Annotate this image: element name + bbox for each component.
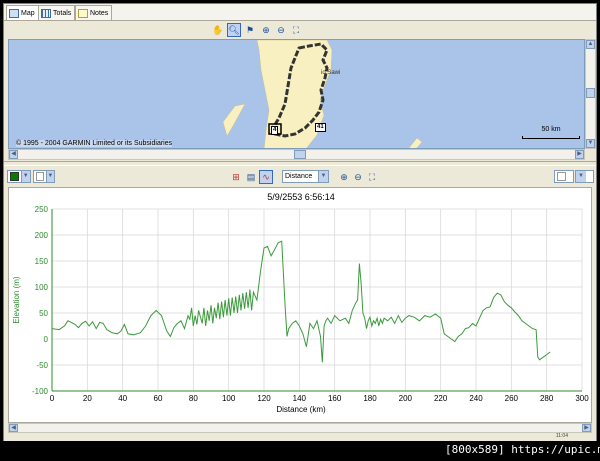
pane-splitter[interactable] <box>4 161 596 166</box>
y-tick-label: 150 <box>35 257 49 266</box>
grid-toggle-icon[interactable]: ⊞ <box>229 170 243 184</box>
tab-totals[interactable]: Totals <box>38 5 76 20</box>
scale-label: 50 km <box>541 126 561 133</box>
tab-label: Notes <box>90 9 109 17</box>
status-bar: 11:04 <box>4 433 596 441</box>
map-toolbar: ✋ 🔍︎ ⚑ ⊕ ⊖ ⛶ <box>4 21 596 39</box>
tab-label: Totals <box>53 9 72 17</box>
y-tick-label: 200 <box>35 231 49 240</box>
y-tick-label: -50 <box>36 361 48 370</box>
screenshot-frame: Map Totals Notes ✋ 🔍︎ ⚑ ⊕ ⊖ ⛶ io Sawi 41… <box>0 0 600 461</box>
zoom-fit-icon[interactable]: ⛶ <box>365 170 379 184</box>
x-tick-label: 180 <box>363 394 377 403</box>
x-tick-label: 280 <box>540 394 554 403</box>
y-tick-label: 50 <box>39 309 48 318</box>
color-swatch <box>557 172 566 181</box>
y-tick-label: 0 <box>44 335 49 344</box>
x-tick-label: 260 <box>505 394 519 403</box>
map-view[interactable]: io Sawi 41 4 © 1995 - 2004 GARMIN Limite… <box>8 39 585 149</box>
land-small-island <box>408 137 423 148</box>
y-tick-label: -100 <box>32 387 49 396</box>
scale-line <box>522 136 580 139</box>
profile-horizontal-scrollbar[interactable]: ◀ ▶ <box>8 423 592 433</box>
elevation-chart: 0 20 40 60 80 100 120 140 160 180 200 220 240 260 280 3… <box>12 192 589 414</box>
x-axis-value: Distance <box>285 173 313 180</box>
route-shield: 41 <box>315 123 326 132</box>
right-color-dropdown-1[interactable] <box>554 170 574 183</box>
x-tick-label: 20 <box>83 394 92 403</box>
fill-color-dropdown[interactable]: ▼ <box>33 170 55 183</box>
grid-icon <box>41 8 51 18</box>
scroll-thumb[interactable] <box>294 150 306 159</box>
tab-bar: Map Totals Notes <box>4 4 596 21</box>
zoom-in-icon[interactable]: ⊕ <box>259 23 273 37</box>
x-tick-label: 200 <box>399 394 413 403</box>
chevron-down-icon: ▼ <box>20 171 30 182</box>
x-tick-label: 140 <box>293 394 307 403</box>
fill-toggle-icon[interactable]: ▤ <box>244 170 258 184</box>
tab-map[interactable]: Map <box>6 5 39 20</box>
tab-notes[interactable]: Notes <box>75 5 113 20</box>
map-icon <box>9 8 19 18</box>
y-axis-label: Elevation (m) <box>12 276 21 323</box>
map-vertical-scrollbar[interactable]: ▲ ▼ <box>585 39 596 149</box>
x-tick-label: 120 <box>257 394 271 403</box>
x-tick-label: 240 <box>469 394 483 403</box>
profile-toolbar: ▼ ▼ ⊞ ▤ ∿ Distance ▼ ⊕ ⊖ ⛶ ▼ <box>4 167 596 187</box>
right-color-dropdown-2[interactable]: ▼ <box>575 170 594 183</box>
x-tick-label: 220 <box>434 394 448 403</box>
chevron-down-icon: ▼ <box>576 171 586 182</box>
zoom-out-icon[interactable]: ⊖ <box>351 170 365 184</box>
x-tick-label: 0 <box>50 394 55 403</box>
magnify-icon[interactable]: 🔍︎ <box>227 23 241 37</box>
y-tick-label: 100 <box>35 283 49 292</box>
scroll-left-icon[interactable]: ◀ <box>9 150 18 159</box>
x-axis-label: Distance (km) <box>276 405 326 414</box>
x-tick-label: 100 <box>222 394 236 403</box>
scroll-left-icon[interactable]: ◀ <box>9 424 18 432</box>
scroll-up-icon[interactable]: ▲ <box>586 40 595 49</box>
tab-label: Map <box>21 9 35 17</box>
x-tick-label: 80 <box>189 394 198 403</box>
app-window: Map Totals Notes ✋ 🔍︎ ⚑ ⊕ ⊖ ⛶ io Sawi 41… <box>3 3 597 441</box>
zoom-out-icon[interactable]: ⊖ <box>274 23 288 37</box>
scroll-right-icon[interactable]: ▶ <box>575 150 584 159</box>
elevation-series-line <box>51 240 551 363</box>
watermark-text: [800x589] https://upic.me/ <box>445 443 600 456</box>
scroll-thumb[interactable] <box>586 88 595 98</box>
map-copyright: © 1995 - 2004 GARMIN Limited or its Subs… <box>16 140 173 147</box>
status-text: 11:04 <box>555 433 568 439</box>
town-label: io Sawi <box>321 70 341 76</box>
curve-toggle-icon[interactable]: ∿ <box>259 170 273 184</box>
chart-title: 5/9/2553 6:56:14 <box>267 192 335 202</box>
x-tick-label: 160 <box>328 394 342 403</box>
map-canvas <box>222 40 423 148</box>
scale-bar: 50 km <box>522 126 580 139</box>
land-island <box>222 103 246 137</box>
scroll-down-icon[interactable]: ▼ <box>586 139 595 148</box>
chevron-down-icon: ▼ <box>318 171 328 182</box>
pan-hand-icon[interactable]: ✋ <box>211 23 225 37</box>
notes-icon <box>78 8 88 18</box>
flag-icon[interactable]: ⚑ <box>243 23 257 37</box>
y-tick-label: 250 <box>35 205 49 214</box>
scroll-right-icon[interactable]: ▶ <box>582 424 591 432</box>
map-horizontal-scrollbar[interactable]: ◀ ▶ <box>8 149 585 160</box>
x-tick-label: 60 <box>154 394 163 403</box>
color-swatch <box>10 172 19 181</box>
x-tick-label: 40 <box>118 394 127 403</box>
chevron-down-icon: ▼ <box>45 171 54 182</box>
elevation-profile[interactable]: 0 20 40 60 80 100 120 140 160 180 200 220 240 260 280 3… <box>8 187 592 423</box>
x-axis-select[interactable]: Distance ▼ <box>282 170 329 183</box>
line-color-dropdown[interactable]: ▼ <box>7 170 31 183</box>
zoom-fit-icon[interactable]: ⛶ <box>289 23 303 37</box>
zoom-in-icon[interactable]: ⊕ <box>337 170 351 184</box>
route-shield: 4 <box>271 126 279 135</box>
color-swatch <box>36 172 44 181</box>
x-tick-label: 300 <box>575 394 589 403</box>
